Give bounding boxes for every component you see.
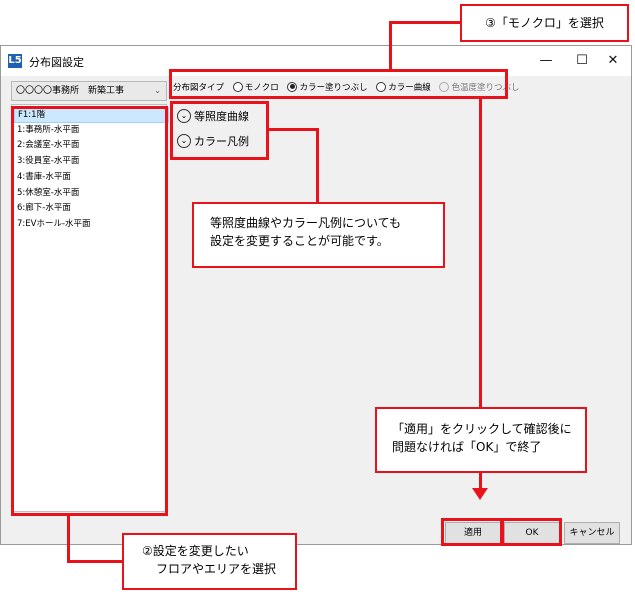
connector-line — [389, 21, 392, 70]
callout-step2-line1: ②設定を変更したい — [142, 544, 249, 558]
highlight-apply-button — [441, 518, 503, 546]
cancel-button[interactable]: キャンセル — [564, 522, 620, 544]
callout-section-settings-line2: 設定を変更することが可能です。 — [210, 234, 389, 248]
callout-apply-ok-line2: 問題なければ「OK」で終了 — [392, 440, 542, 454]
connector-line — [67, 560, 123, 563]
highlight-ok-button — [501, 518, 562, 546]
highlight-floor-list — [11, 106, 168, 516]
app-logo-icon: L5 — [8, 54, 22, 68]
project-select[interactable]: 〇〇〇〇事務所 新築工事 ⌄ — [11, 81, 167, 101]
callout-section-settings: 等照度曲線やカラー凡例についても 設定を変更することが可能です。 — [192, 202, 445, 268]
highlight-type-group — [169, 69, 508, 99]
callout-step3-text: ③「モノクロ」を選択 — [485, 16, 604, 30]
connector-line — [389, 21, 461, 24]
callout-step2-line2: フロアやエリアを選択 — [156, 562, 277, 576]
minimize-button[interactable]: — — [528, 48, 564, 74]
project-select-value: 〇〇〇〇事務所 新築工事 — [16, 86, 125, 96]
callout-apply-ok-line1: 「適用」をクリックして確認後に — [392, 422, 572, 436]
callout-step3: ③「モノクロ」を選択 — [460, 4, 629, 42]
connector-line — [67, 516, 70, 563]
callout-apply-ok: 「適用」をクリックして確認後に 問題なければ「OK」で終了 — [375, 407, 587, 473]
window-title: 分布図設定 — [29, 56, 84, 69]
close-button[interactable]: ✕ — [595, 48, 631, 74]
callout-section-settings-line1: 等照度曲線やカラー凡例についても — [210, 216, 402, 230]
connector-line — [269, 128, 318, 131]
highlight-sections — [170, 101, 269, 160]
callout-step2: ②設定を変更したい フロアやエリアを選択 — [122, 533, 297, 590]
arrow-down-icon — [472, 488, 488, 500]
chevron-down-icon: ⌄ — [154, 86, 161, 95]
connector-line — [316, 128, 319, 203]
